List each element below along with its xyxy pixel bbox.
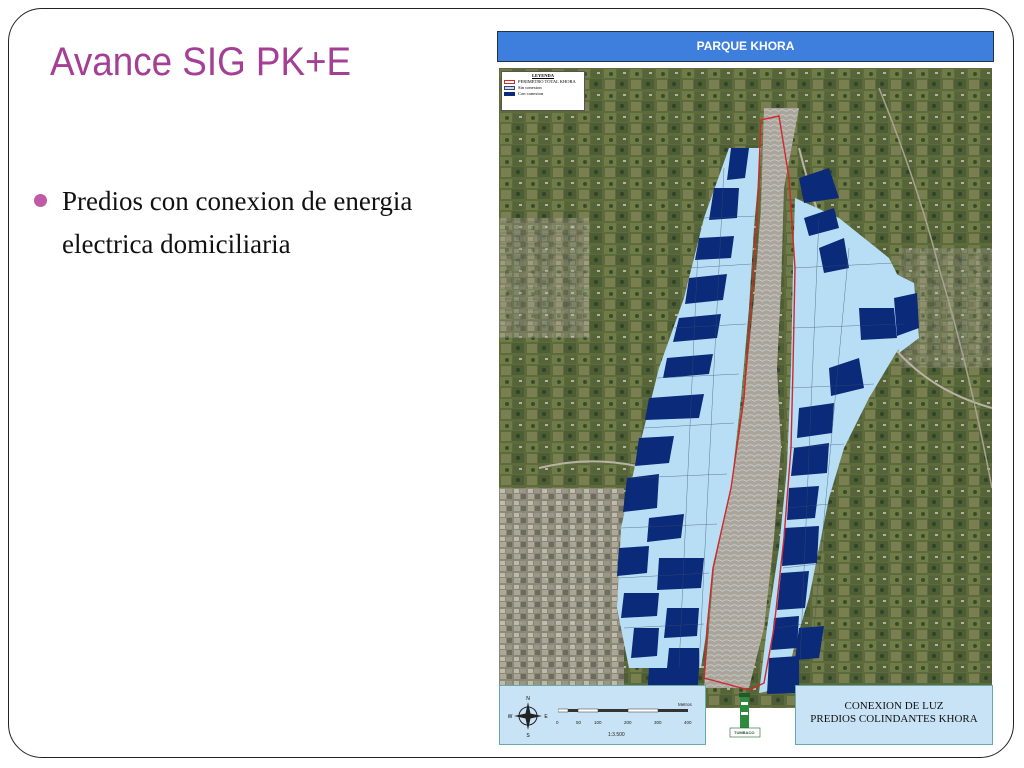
compass-rose-icon: N S E W <box>508 696 548 738</box>
footer-title-line2: PREDIOS COLINDANTES KHORA <box>810 713 978 725</box>
scale-tick-200: 200 <box>624 720 632 725</box>
compass-west: W <box>508 714 513 720</box>
bullet-list: Predios con conexion de energia electric… <box>32 180 502 266</box>
legend-swatch-perimeter <box>504 80 515 84</box>
scale-tick-400: 400 <box>684 720 692 725</box>
scale-tick-0: 0 <box>556 720 559 725</box>
bullet-item: Predios con conexion de energia electric… <box>32 180 502 266</box>
map-footer-scale-panel: N S E W 0 50 100 200 300 400 Metros 1:3.… <box>499 685 706 745</box>
scale-tick-50: 50 <box>576 720 582 725</box>
logo-text: TUMBACO <box>734 730 755 735</box>
legend-swatch-sin-conexion <box>504 86 515 90</box>
scale-tick-300: 300 <box>654 720 662 725</box>
legend-swatch-con-conexion <box>504 92 515 96</box>
compass-north: N <box>526 696 530 702</box>
scale-tick-100: 100 <box>594 720 602 725</box>
compass-south: S <box>526 733 530 738</box>
footer-title-line1: CONEXION DE LUZ <box>844 700 944 712</box>
bullet-text: Predios con conexion de energia electric… <box>62 186 413 259</box>
municipality-logo: TUMBACO <box>722 690 767 742</box>
slide-title: Avance SIG PK+E <box>50 40 352 84</box>
scale-bar <box>558 708 688 713</box>
map-footer-title-panel: CONEXION DE LUZ PREDIOS COLINDANTES KHOR… <box>795 685 993 745</box>
map-header: PARQUE KHORA <box>497 31 994 62</box>
compass-east: E <box>544 714 548 720</box>
map-figure: PARQUE KHORA LEYENDA PERIMETRO TOTAL KHO… <box>497 30 994 746</box>
scale-ratio: 1:3.500 <box>608 732 625 738</box>
scale-unit: Metros <box>678 702 692 707</box>
map-legend: LEYENDA PERIMETRO TOTAL KHORA Sin conexi… <box>501 71 585 111</box>
bullet-dot-icon <box>34 194 47 207</box>
map-image <box>499 68 992 708</box>
legend-item-con-conexion: Con conexion <box>504 91 582 97</box>
